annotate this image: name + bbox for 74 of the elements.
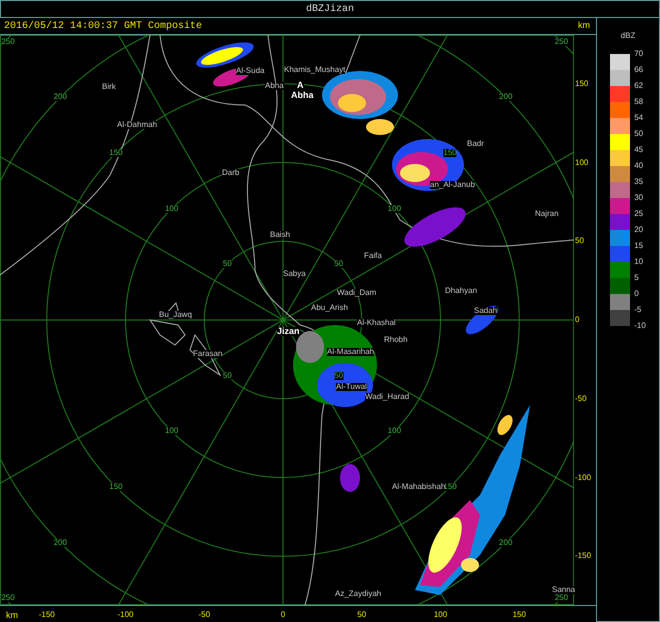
legend-value-label: -5 [634, 304, 642, 316]
place-label: Az_Zaydiyah [335, 590, 382, 598]
x-axis-tick-label: 0 [280, 609, 286, 621]
legend-value-label: 5 [634, 272, 640, 284]
x-axis-tick-label: -150 [38, 609, 55, 621]
place-label: an_Al-Janub [430, 181, 475, 189]
legend-value-label: 62 [634, 80, 644, 92]
place-label: Abha [291, 91, 314, 100]
legend-value-label: 20 [634, 224, 644, 236]
place-label: Baish [270, 231, 290, 239]
timestamp-text: 2016/05/12 14:00:37 GMT Composite [4, 20, 202, 34]
window-title: dBZJizan [306, 2, 354, 16]
x-axis-tick-label: 50 [357, 609, 366, 621]
place-label: Faifa [364, 252, 382, 260]
place-label: Bu_Jawq [159, 311, 192, 319]
legend-value-label: 15 [634, 240, 644, 252]
x-axis-unit-label: km [6, 609, 18, 622]
range-ring-label: 150 [109, 483, 123, 492]
range-ring-label: 200 [499, 93, 512, 102]
legend-value-label: 25 [634, 208, 644, 220]
place-label: Najran [535, 210, 559, 218]
place-label: Abu_Arish [311, 304, 348, 312]
y-axis-tick-label: -100 [575, 474, 592, 482]
legend-title: dBZ [620, 30, 636, 42]
place-label: Rhobh [384, 336, 408, 344]
place-label: Sanna [552, 586, 576, 594]
place-label: Dhahyan [445, 287, 478, 295]
y-axis-tick-label: 100 [575, 158, 588, 166]
place-label: Birk [102, 83, 116, 91]
place-label: Al-Dahmah [117, 121, 158, 129]
place-label: Al-Tuwal [336, 383, 367, 391]
place-label: Wadi_Harad [365, 393, 410, 401]
legend-value-label: 58 [634, 96, 644, 108]
range-ring-label: 250 [1, 594, 15, 602]
place-label: Al-Masarihah [327, 348, 374, 356]
y-axis-tick-label: 150 [575, 80, 588, 88]
legend-value-label: 10 [634, 256, 644, 268]
legend-value-label: 30 [634, 192, 644, 204]
place-label: Farasan [193, 350, 222, 358]
legend-value-label: 54 [634, 112, 644, 124]
y-axis-tick-label: -150 [575, 552, 592, 560]
x-axis-tick-label: 150 [512, 609, 526, 621]
place-label: Badr [467, 140, 484, 148]
legend-value-label: -10 [634, 320, 646, 332]
place-label: Al-Mahabishah [392, 483, 446, 491]
place-label: Wadi_Dam [337, 289, 376, 297]
place-label: Al-Suda [236, 67, 264, 75]
place-label: Darb [222, 169, 240, 177]
y-axis-tick-label: 0 [575, 316, 580, 324]
legend-value-label: 66 [634, 64, 644, 76]
y-axis-tick-label: 50 [575, 237, 584, 246]
x-axis-tick-label: -100 [118, 609, 134, 621]
place-label: Abha [265, 82, 284, 90]
legend-value-label: 0 [634, 288, 640, 300]
range-ring-label: 200 [54, 93, 67, 102]
axis-unit-label: km [578, 19, 590, 32]
range-ring-label: 250 [554, 594, 568, 602]
place-label: Sabya [283, 270, 306, 278]
place-label: Sadah [474, 307, 498, 315]
place-label: A [297, 81, 304, 90]
x-axis-tick-label: -50 [198, 609, 210, 621]
range-ring-label: 100 [164, 427, 178, 436]
range-ring-label: 50 [222, 260, 232, 268]
x-axis-tick-label: 100 [434, 609, 448, 621]
legend-value-label: 50 [634, 128, 644, 140]
legend-value-label: 35 [634, 176, 644, 188]
legend-value-label: 70 [634, 48, 644, 60]
range-ring-label: 100 [388, 427, 402, 436]
legend-value-label: 45 [634, 144, 644, 156]
y-axis-tick-label: -50 [575, 394, 587, 403]
place-label: Jizan [277, 327, 300, 336]
place-label: Al-Khashal [357, 319, 396, 327]
legend-value-label: 40 [634, 160, 644, 172]
place-label: Khamis_Mushayt [284, 66, 346, 74]
